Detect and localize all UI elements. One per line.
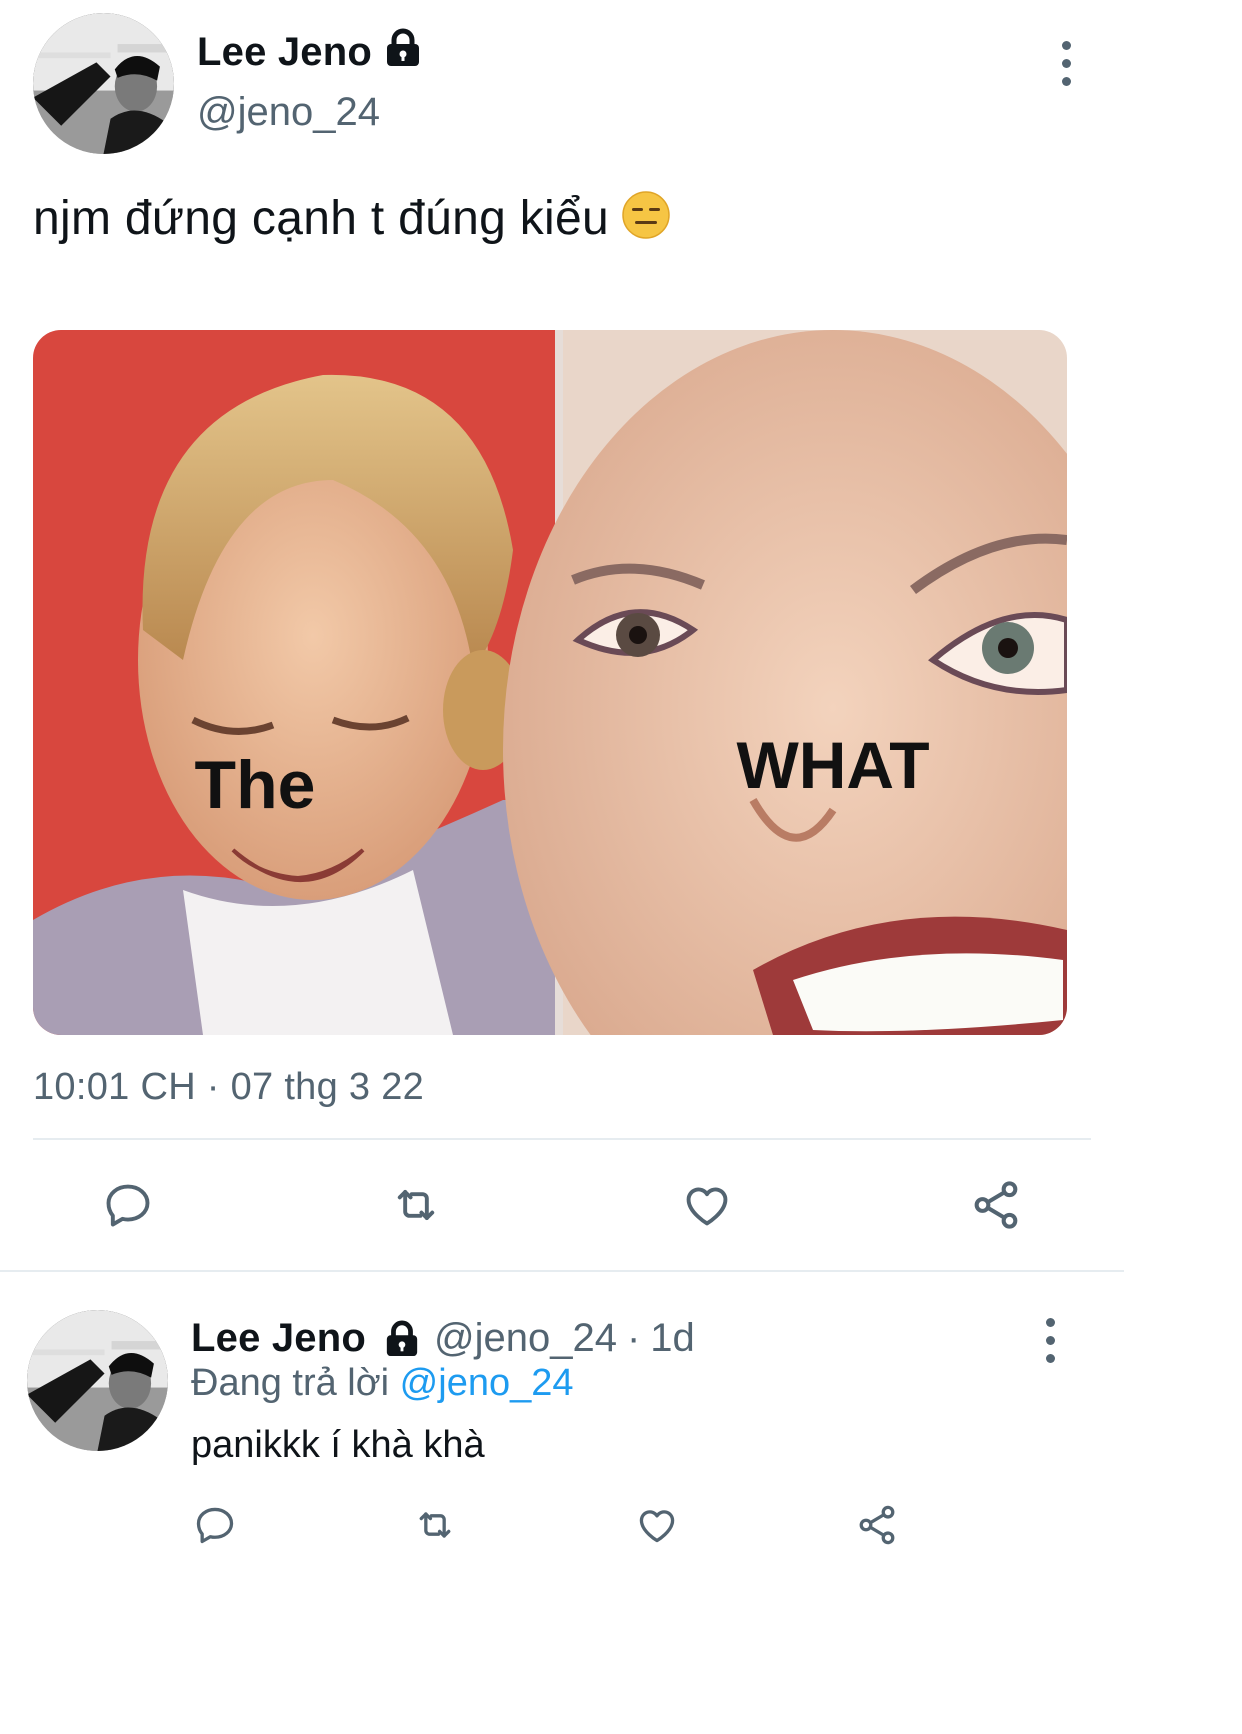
retweet-icon [397, 1190, 435, 1220]
lock-icon [384, 1320, 420, 1358]
more-options-icon[interactable] [1056, 41, 1076, 86]
author-name[interactable]: Lee Jeno [197, 30, 372, 75]
tweet-timestamp[interactable]: 10:01 CH · 07 thg 3 22 [33, 1066, 424, 1109]
reply-age[interactable]: 1d [650, 1316, 695, 1361]
divider [33, 1138, 1091, 1140]
lock-icon [384, 28, 422, 68]
replying-to-mention[interactable]: @jeno_24 [400, 1362, 574, 1404]
author-avatar[interactable] [33, 13, 174, 154]
tweet-media-image[interactable]: The WHAT [33, 330, 1067, 1035]
reply-like-button[interactable] [632, 1500, 682, 1550]
share-icon [859, 1505, 895, 1545]
reply-icon [196, 1507, 234, 1544]
reply-header: Lee Jeno @jeno_24 · 1d [191, 1316, 695, 1361]
like-icon [686, 1187, 728, 1226]
tweet-text-content: njm đứng cạnh t đúng kiểu [33, 192, 609, 245]
reply-icon [106, 1184, 150, 1227]
replying-prefix: Đang trả lời [191, 1362, 390, 1404]
reply-share-button[interactable] [852, 1500, 902, 1550]
retweet-button[interactable] [384, 1175, 448, 1235]
tweet-text: njm đứng cạnh t đúng kiểu [33, 190, 671, 246]
reply-more-options-icon[interactable] [1040, 1318, 1060, 1363]
meme-caption-right: WHAT [736, 728, 929, 802]
retweet-icon [419, 1512, 451, 1538]
author-handle[interactable]: @jeno_24 [197, 90, 380, 135]
expressionless-face-emoji-icon [621, 190, 671, 240]
reply-retweet-button[interactable] [408, 1500, 462, 1550]
replying-to-line: Đang trả lời @jeno_24 [191, 1362, 574, 1405]
reply-text: panikkk í khà khà [191, 1424, 485, 1466]
separator-dot: · [626, 1316, 641, 1360]
reply-author-name[interactable]: Lee Jeno [191, 1316, 366, 1361]
reply-author-avatar[interactable] [27, 1310, 168, 1451]
reply-button[interactable] [98, 1175, 158, 1235]
reply-author-handle[interactable]: @jeno_24 [434, 1316, 617, 1361]
share-icon [974, 1181, 1018, 1229]
like-icon [639, 1510, 675, 1543]
share-button[interactable] [966, 1175, 1026, 1235]
reply-reply-button[interactable] [190, 1500, 240, 1550]
thread-divider [0, 1270, 1124, 1272]
like-button[interactable] [677, 1175, 737, 1235]
meme-caption-left: The [195, 747, 316, 823]
